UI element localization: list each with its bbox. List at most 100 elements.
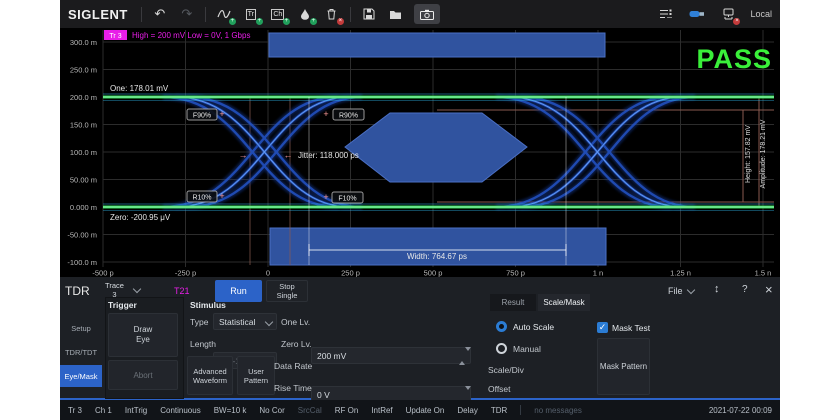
tab-result[interactable]: Result (490, 294, 536, 311)
local-mode-label[interactable]: Local (750, 9, 772, 19)
status-bar: Tr 3 Ch 1 IntTrig Continuous BW=10 k No … (60, 400, 780, 420)
file-menu[interactable]: File (668, 286, 694, 296)
r10-marker: + (219, 191, 224, 201)
y-tick: -50.00 m (67, 231, 97, 240)
x-tick: 1.25 n (670, 269, 691, 278)
x-tick: 750 p (506, 269, 525, 278)
chevron-down-icon (265, 318, 273, 326)
abort-button[interactable]: Abort (108, 360, 178, 390)
network-icon[interactable] (719, 5, 737, 23)
zero-level-value: 0 V (317, 390, 330, 400)
y-tick: 250.0 m (70, 66, 97, 75)
delete-icon[interactable] (323, 5, 341, 23)
type-dropdown[interactable]: Statistical (213, 313, 277, 330)
trace-name-label[interactable]: T21 (174, 286, 190, 296)
status-message: no messages (534, 406, 582, 415)
y-tick: 200.0 m (70, 93, 97, 102)
toolbar-separator (141, 7, 142, 22)
mask-test-result: PASS (696, 44, 772, 74)
control-panel: TDR Trace 3 T21 Run Stop Single File ↕ ?… (60, 277, 780, 400)
f10-marker: + (323, 192, 328, 202)
r90-marker: + (323, 109, 328, 119)
eye-diagram-area: 300.0 m 250.0 m 200.0 m 150.0 m 100.0 m … (60, 28, 780, 277)
one-level-field[interactable]: 200 mV (311, 347, 471, 364)
toolbar-separator (205, 7, 206, 22)
status-correction: No Cor (259, 406, 284, 415)
add-channel-icon[interactable]: Ch (269, 5, 287, 23)
eye-top-rail (103, 94, 774, 101)
add-badge (310, 18, 317, 25)
length-label: Length (190, 339, 216, 349)
eye-bottom-rail (103, 204, 774, 211)
network-disconnected-badge (733, 18, 740, 25)
data-rate-label: Data Rate (274, 361, 312, 371)
manual-radio[interactable] (496, 343, 507, 354)
close-icon[interactable]: × (765, 282, 773, 297)
status-sweep: Continuous (160, 406, 200, 415)
mask-pattern-button[interactable]: Mask Pattern (597, 338, 650, 395)
jitter-label: Jitter: 118.000 ps (298, 151, 359, 160)
status-ref: IntRef (371, 406, 392, 415)
resize-panel-icon[interactable]: ↕ (714, 283, 720, 295)
draw-eye-button[interactable]: Draw Eye (108, 313, 178, 357)
add-waveform-icon[interactable] (215, 5, 233, 23)
add-badge (283, 18, 290, 25)
file-menu-label: File (668, 286, 683, 296)
x-tick: -250 p (175, 269, 196, 278)
screenshot-stage: SIGLENT ↶ ↷ Tr Ch (0, 0, 840, 420)
trigger-title: Trigger (108, 300, 137, 310)
usb-icon[interactable] (688, 5, 706, 23)
user-pattern-button[interactable]: User Pattern (237, 356, 275, 395)
sidebar-item-eye-mask[interactable]: Eye/Mask (60, 365, 102, 387)
type-label: Type (190, 317, 208, 327)
x-tick: -500 p (92, 269, 113, 278)
open-file-icon[interactable] (387, 5, 405, 23)
trace-info-label: High = 200 mV Low = 0V, 1 Gbps (132, 31, 250, 40)
sidebar-item-setup[interactable]: Setup (60, 317, 102, 339)
trace-info-row: Tr 3 High = 200 mV Low = 0V, 1 Gbps (104, 30, 250, 40)
add-badge (229, 18, 236, 25)
add-marker-icon[interactable] (296, 5, 314, 23)
mask-center-hexagon (345, 113, 527, 182)
preset-list-icon[interactable] (657, 5, 675, 23)
y-tick: 300.0 m (70, 38, 97, 47)
sidebar-item-tdr-tdt[interactable]: TDR/TDT (60, 341, 102, 363)
one-level-field-label: One Lv. (281, 317, 310, 327)
eye-diagram-svg: 300.0 m 250.0 m 200.0 m 150.0 m 100.0 m … (60, 28, 780, 277)
x-tick: 1.5 n (755, 269, 772, 278)
mask-top-region (269, 33, 605, 57)
status-trigger: IntTrig (125, 406, 147, 415)
tab-scale-mask[interactable]: Scale/Mask (538, 294, 590, 311)
spinner-icon[interactable] (459, 351, 467, 362)
r90-badge: R90% (339, 113, 358, 120)
mask-test-label: Mask Test (612, 323, 650, 333)
help-icon[interactable]: ? (742, 284, 748, 295)
chevron-down-icon (133, 285, 141, 293)
scale-div-label: Scale/Div (488, 365, 524, 375)
auto-scale-radio[interactable] (496, 321, 507, 332)
advanced-waveform-button[interactable]: Advanced Waveform (187, 356, 233, 395)
save-icon[interactable] (360, 5, 378, 23)
mask-test-checkbox[interactable] (597, 322, 608, 333)
f90-badge: F90% (193, 113, 211, 120)
rise-time-label: Rise Time (274, 383, 312, 393)
stimulus-title: Stimulus (190, 300, 226, 310)
y-tick: 100.0 m (70, 148, 97, 157)
amplitude-label: Amplitude: 178.21 mV (760, 119, 767, 188)
zero-level-field-label: Zero Lv. (281, 339, 312, 349)
offset-label: Offset (488, 384, 511, 394)
app-label: TDR (65, 284, 90, 298)
jitter-arrow-left: ← (284, 150, 293, 160)
siglent-logo: SIGLENT (68, 7, 128, 22)
delete-badge (337, 18, 344, 25)
stop-single-button[interactable]: Stop Single (266, 280, 308, 302)
redo-icon[interactable]: ↷ (178, 5, 196, 23)
zero-level-label: Zero: -200.95 μV (110, 213, 171, 222)
x-tick: 0 (266, 269, 270, 278)
add-trace-icon[interactable]: Tr (242, 5, 260, 23)
manual-label: Manual (513, 344, 541, 354)
undo-icon[interactable]: ↶ (151, 5, 169, 23)
run-button[interactable]: Run (215, 280, 262, 302)
trace-badge: Tr 3 (109, 33, 121, 40)
screenshot-button[interactable] (414, 4, 440, 24)
